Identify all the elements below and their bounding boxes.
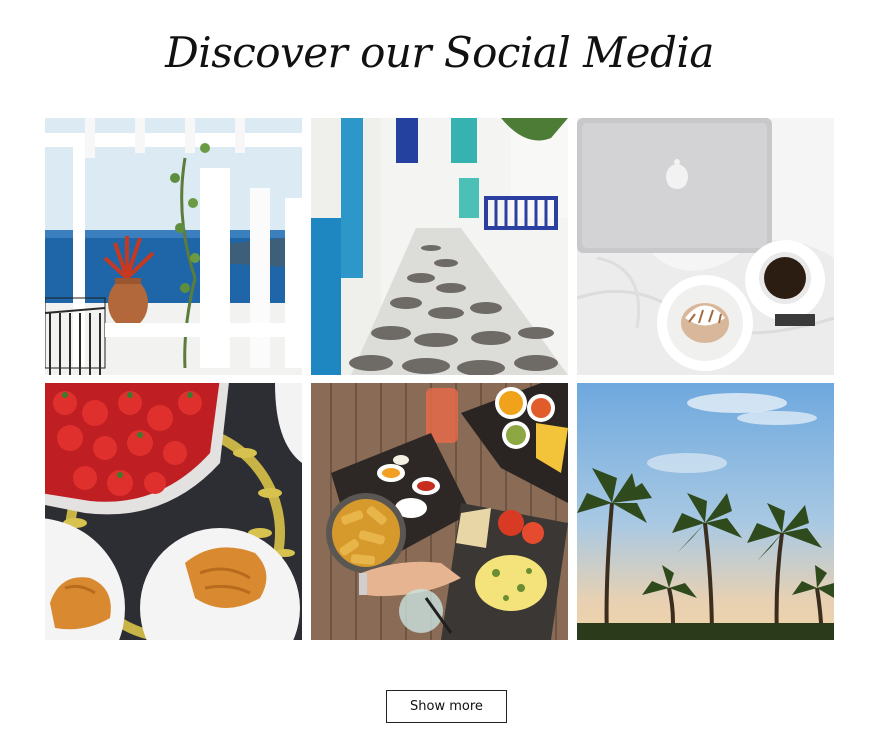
social-gallery-grid xyxy=(45,118,834,640)
santorini-terrace-photo xyxy=(45,118,302,375)
gallery-tile-mykonos[interactable] xyxy=(311,118,568,375)
social-media-section: Discover our Social Media Show more xyxy=(0,0,879,732)
strawberries-croissants-photo xyxy=(45,383,302,640)
laptop-coffee-bed-photo xyxy=(577,118,834,375)
section-title: Discover our Social Media xyxy=(165,28,714,77)
show-more-button[interactable]: Show more xyxy=(386,690,507,723)
mykonos-alley-photo xyxy=(311,118,568,375)
gallery-tile-strawberries[interactable] xyxy=(45,383,302,640)
palm-trees-photo xyxy=(577,383,834,640)
gallery-tile-palms[interactable] xyxy=(577,383,834,640)
gallery-tile-laptop-coffee[interactable] xyxy=(577,118,834,375)
gallery-tile-tapas[interactable] xyxy=(311,383,568,640)
tapas-table-photo xyxy=(311,383,568,640)
gallery-tile-santorini[interactable] xyxy=(45,118,302,375)
